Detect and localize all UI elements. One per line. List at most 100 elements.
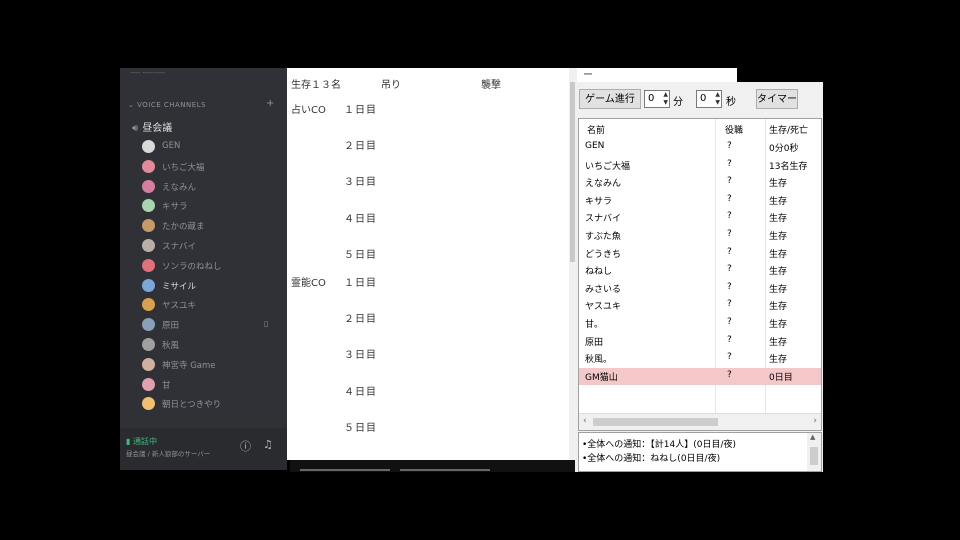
top-strip-text: ー xyxy=(583,70,593,81)
player-role-cell: ? xyxy=(727,193,732,204)
gm-window: ゲーム進行 0 ▲ ▼ 分 0 ▲ ▼ 秒 タイマー 名前 役職 生存/死亡 GEN? 0… xyxy=(575,82,823,472)
voice-channel-main[interactable]: 🔊︎ 昼会議 xyxy=(132,119,172,134)
player-name-cell: どうきち xyxy=(585,249,622,260)
member-name: スナバイ xyxy=(162,242,197,252)
log-scrollbar[interactable]: ▲ xyxy=(807,433,821,471)
avatar xyxy=(142,397,155,411)
player-name-cell: いちご大福 xyxy=(585,161,631,172)
voice-member[interactable]: いちご大福 xyxy=(142,159,282,175)
voice-status-panel: ▮ 通話中 昼会議 / 新人狼部のサーバー ⓘ ♫ xyxy=(120,428,287,470)
log-scroll-thumb[interactable] xyxy=(810,447,818,465)
player-state-cell: 生存 xyxy=(769,337,788,348)
voice-member[interactable]: ヤスユキ xyxy=(142,297,282,313)
member-name: ソンラのねねし xyxy=(162,261,222,272)
table-row[interactable]: GEN? 0分0秒 xyxy=(579,139,821,156)
scroll-left-icon[interactable]: ‹ xyxy=(583,416,587,426)
spin-arrows-icon[interactable]: ▲ ▼ xyxy=(715,91,720,107)
table-row[interactable]: どうきち? 生存 xyxy=(579,245,821,262)
player-state-cell: 生存 xyxy=(769,179,788,190)
day-row-label: ５日目 xyxy=(344,422,377,434)
player-role-cell: ? xyxy=(727,229,732,239)
voice-member[interactable]: ソンラのねねし xyxy=(142,258,282,274)
taskbar-item[interactable] xyxy=(300,469,390,471)
player-list: 名前 役職 生存/死亡 GEN? 0分0秒 いちご大福? 13名生存 えなみん? 生存 キサ… xyxy=(578,118,822,431)
player-state-cell: 生存 xyxy=(769,267,788,278)
avatar xyxy=(142,179,155,193)
music-icon[interactable]: ♫ xyxy=(263,438,273,451)
voice-sidebar: ---- --------- ⌄ VOICE CHANNELS + 🔊︎ 昼会議 … xyxy=(120,68,287,470)
voice-connected-label: ▮ 通話中 xyxy=(126,436,157,447)
server-header[interactable]: ---- --------- xyxy=(120,68,287,80)
avatar xyxy=(142,199,155,213)
player-state-cell: 13名生存 xyxy=(769,161,808,172)
voice-member[interactable]: GEN xyxy=(142,139,282,155)
spin-arrows-icon[interactable]: ▲ ▼ xyxy=(663,91,668,107)
minutes-value: 0 xyxy=(648,93,655,104)
member-name: 甘 xyxy=(162,380,171,391)
table-row[interactable]: ねねし? 生存 xyxy=(579,262,821,279)
player-name-cell: GM猫山 xyxy=(585,372,618,383)
scroll-up-icon[interactable]: ▲ xyxy=(810,433,815,441)
minutes-stepper[interactable]: 0 ▲ ▼ xyxy=(644,90,670,108)
voice-member[interactable]: 神宮寺 Game xyxy=(142,357,282,373)
seconds-stepper[interactable]: 0 ▲ ▼ xyxy=(696,90,722,108)
voice-member[interactable]: 朝日とつきやり xyxy=(142,396,282,412)
player-role-cell: ? xyxy=(727,369,732,380)
member-name: いちご大福 xyxy=(162,162,205,173)
alive-count-header: 生存１３名 xyxy=(291,80,341,91)
voice-member[interactable]: 原田 ▯ xyxy=(142,317,282,333)
scroll-right-icon[interactable]: › xyxy=(813,416,817,426)
player-role-cell: ? xyxy=(727,334,732,345)
table-row[interactable]: 原田? 生存 xyxy=(579,333,821,350)
member-name: 朝日とつきやり xyxy=(162,400,222,411)
member-name: 秋風 xyxy=(162,341,180,351)
voice-category-label[interactable]: ⌄ VOICE CHANNELS xyxy=(128,101,206,109)
day-row-label: ４日目 xyxy=(344,386,377,398)
table-row[interactable]: GM猫山? 0日目 xyxy=(579,367,821,385)
table-row[interactable]: いちご大福? 13名生存 xyxy=(579,157,821,174)
taskbar-item[interactable] xyxy=(400,469,490,471)
timer-button[interactable]: タイマー xyxy=(756,89,798,109)
list-horizontal-scrollbar[interactable]: ‹ › xyxy=(579,413,821,430)
voice-member[interactable]: キサラ xyxy=(142,198,282,214)
voice-member[interactable]: スナバイ xyxy=(142,238,282,254)
table-row[interactable]: キサラ? 生存 xyxy=(579,192,821,209)
stream-icon: ▯ xyxy=(264,319,269,329)
table-row[interactable]: すぶた魚? 生存 xyxy=(579,227,821,244)
player-name-cell: スナバイ xyxy=(585,214,622,225)
avatar xyxy=(142,357,155,371)
column-header-state[interactable]: 生存/死亡 xyxy=(769,123,808,136)
day-row-label: １日目 xyxy=(344,278,377,289)
table-row[interactable]: 甘。? 生存 xyxy=(579,315,821,332)
game-progress-button[interactable]: ゲーム進行 xyxy=(579,89,641,109)
player-role-cell: ? xyxy=(727,352,732,363)
table-row[interactable]: えなみん? 生存 xyxy=(579,174,821,191)
co-group-label: 霊能CO xyxy=(291,278,326,289)
voice-member[interactable]: 秋風 xyxy=(142,337,282,353)
voice-member[interactable]: 甘 xyxy=(142,377,282,393)
vote-sheet: 生存１３名 吊り 襲撃 占いCO １日目 ２日目 ３日目 ４日目 ５日目 霊能CO １日目 ２日… xyxy=(287,68,577,460)
list-scroll-thumb[interactable] xyxy=(593,418,718,426)
column-header-name[interactable]: 名前 xyxy=(587,123,605,136)
day-row-label: ２日目 xyxy=(344,314,377,326)
player-role-cell: ? xyxy=(727,264,732,275)
table-row[interactable]: 秋風。? 生存 xyxy=(579,350,821,367)
day-row-label: １日目 xyxy=(344,105,377,116)
table-row[interactable]: ヤスユキ? 生存 xyxy=(579,297,821,314)
player-state-cell: 生存 xyxy=(769,302,788,313)
voice-member[interactable]: たかの蔵ま xyxy=(142,218,282,234)
voice-member[interactable]: えなみん xyxy=(142,179,282,195)
table-row[interactable]: スナバイ? 生存 xyxy=(579,209,821,226)
voice-member[interactable]: ミサイル xyxy=(142,278,282,294)
table-row[interactable]: みさいる? 生存 xyxy=(579,280,821,297)
column-header-role[interactable]: 役職 xyxy=(725,123,743,136)
player-name-cell: 秋風。 xyxy=(585,355,613,366)
player-role-cell: ? xyxy=(727,211,732,222)
player-name-cell: 原田 xyxy=(585,337,604,348)
avatar xyxy=(142,239,155,252)
add-channel-icon[interactable]: + xyxy=(266,98,274,109)
info-icon[interactable]: ⓘ xyxy=(240,438,251,454)
avatar xyxy=(142,159,155,173)
player-role-cell: ? xyxy=(727,299,732,310)
notification-log[interactable]: •全体への通知：【計14人】(0日目/夜) •全体への通知：ねねし(0日目/夜) … xyxy=(578,432,822,472)
